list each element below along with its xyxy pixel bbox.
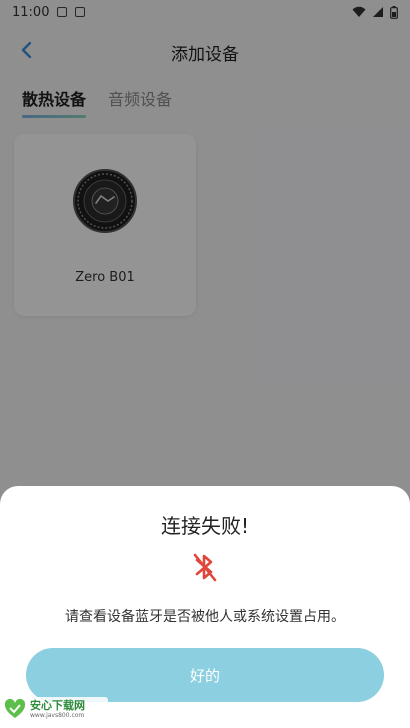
watermark-logo-icon — [4, 698, 26, 718]
watermark-title: 安心下载网 — [30, 698, 85, 712]
watermark: 安心下载网 www.javs800.com — [4, 697, 108, 721]
ok-button[interactable]: 好的 — [26, 648, 384, 702]
bluetooth-disabled-icon — [193, 553, 217, 582]
dialog-title: 连接失败! — [160, 514, 250, 538]
watermark-url: www.javs800.com — [30, 711, 85, 719]
connection-failed-dialog: 连接失败! 请查看设备蓝牙是否被他人或系统设置占用。 好的 — [0, 486, 410, 728]
dialog-message: 请查看设备蓝牙是否被他人或系统设置占用。 — [65, 609, 345, 625]
